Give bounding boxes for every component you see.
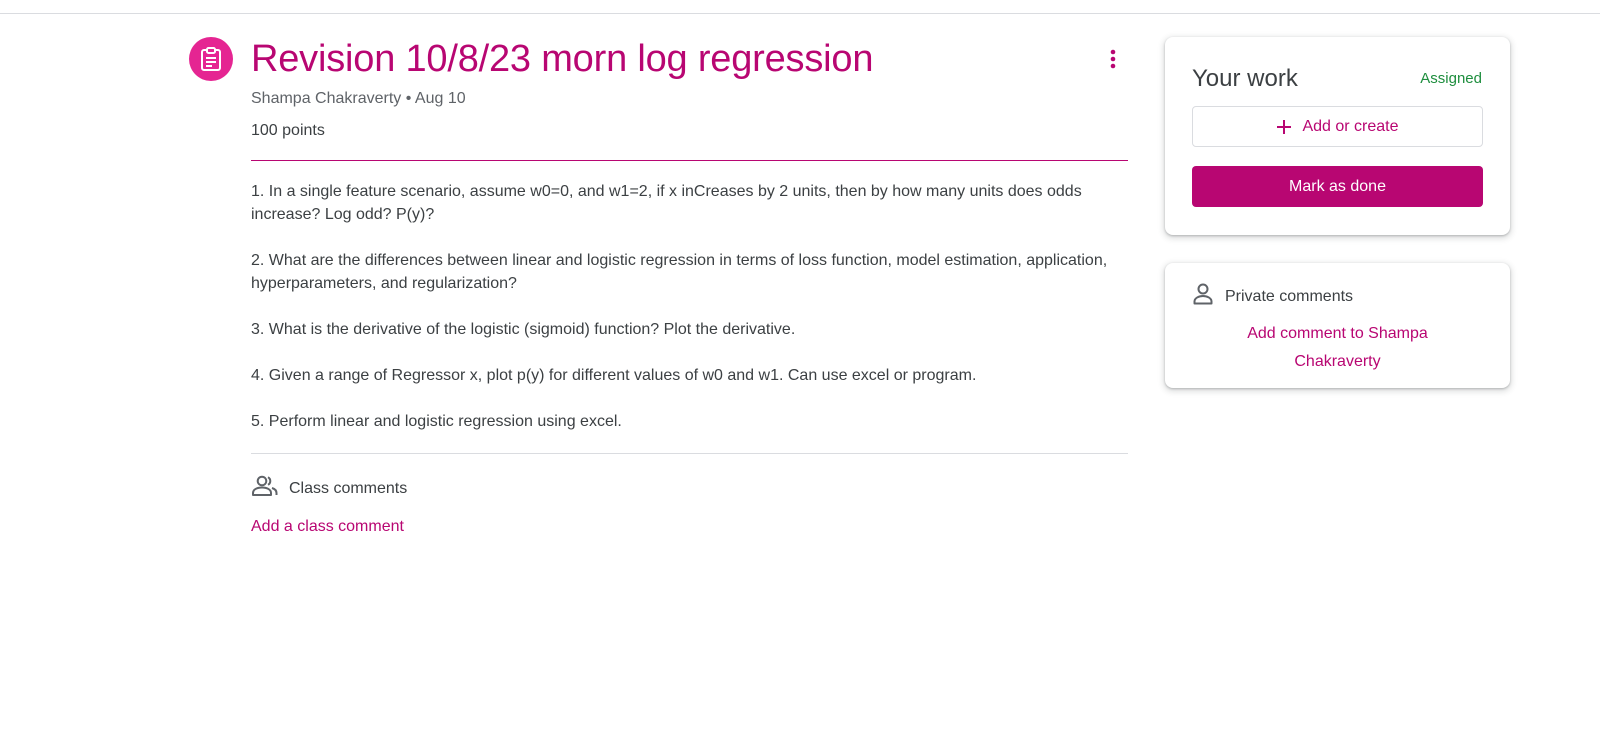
- points-value: 100 points: [251, 122, 325, 139]
- meta-separator: •: [405, 90, 412, 107]
- add-or-create-button[interactable]: Add or create: [1192, 106, 1483, 147]
- assignment-icon: [189, 37, 233, 81]
- more-vert-icon[interactable]: [1098, 44, 1128, 74]
- top-divider: [0, 13, 1600, 14]
- add-class-comment-link[interactable]: Add a class comment: [251, 518, 404, 536]
- add-private-comment-link[interactable]: Add comment to Shampa Chakraverty: [1215, 320, 1460, 376]
- comments-divider: [251, 453, 1128, 454]
- private-comments-label: Private comments: [1225, 287, 1354, 305]
- plus-icon: [1276, 119, 1292, 135]
- private-comments-card: Private comments Add comment to Shampa C…: [1165, 263, 1510, 388]
- mark-as-done-label: Mark as done: [1289, 177, 1386, 195]
- instruction-item: 1. In a single feature scenario, assume …: [251, 183, 1082, 223]
- class-comments-header: Class comments: [251, 475, 407, 502]
- mark-as-done-button[interactable]: Mark as done: [1192, 166, 1483, 207]
- page-title: Revision 10/8/23 morn log regression: [251, 38, 874, 80]
- status-badge: Assigned: [1420, 70, 1482, 87]
- instructions: 1. In a single feature scenario, assume …: [251, 180, 1128, 456]
- author-name: Shampa Chakraverty: [251, 90, 402, 107]
- instruction-item: 4. Given a range of Regressor x, plot p(…: [251, 367, 977, 384]
- your-work-card: Your work Assigned Add or create Mark as…: [1165, 37, 1510, 235]
- title-divider: [251, 160, 1128, 161]
- people-icon: [251, 475, 279, 502]
- assignment-meta: Shampa Chakraverty • Aug 10: [251, 89, 466, 109]
- instruction-item: 2. What are the differences between line…: [251, 252, 1108, 292]
- your-work-title: Your work: [1192, 65, 1298, 92]
- instruction-item: 3. What is the derivative of the logisti…: [251, 321, 796, 338]
- class-comments-label: Class comments: [289, 479, 408, 497]
- add-or-create-label: Add or create: [1302, 117, 1399, 135]
- posted-date: Aug 10: [414, 90, 466, 107]
- private-comments-header: Private comments: [1193, 283, 1353, 310]
- person-icon: [1193, 283, 1213, 310]
- instruction-item: 5. Perform linear and logistic regressio…: [251, 413, 622, 430]
